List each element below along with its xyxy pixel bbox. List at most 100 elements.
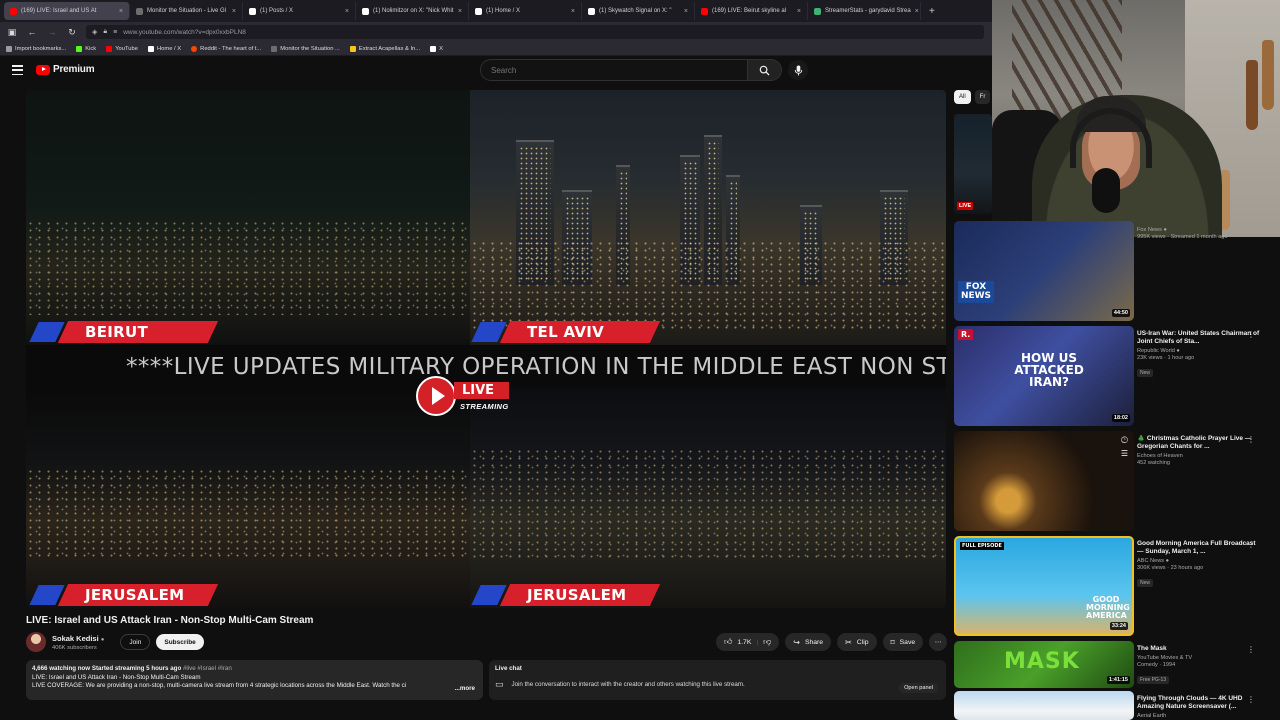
more-options-icon[interactable]: ⋮ (1247, 540, 1255, 549)
channel-name[interactable]: Sokak Kedisi ● (52, 634, 104, 643)
back-icon[interactable]: ← (26, 27, 38, 37)
save-button[interactable]: ⌑ Save (882, 633, 924, 651)
thumbs-down-icon[interactable]: 👎︎ (763, 637, 771, 647)
lock-icon[interactable]: 🔒︎ (103, 28, 107, 36)
video-thumbnail[interactable]: FOX NEWS 44:50 (954, 221, 1134, 321)
chip-from-channel[interactable]: Fr (974, 90, 991, 104)
x-favicon (475, 7, 482, 15)
description-tags[interactable]: #live #Israel #Iran (183, 665, 232, 672)
join-button[interactable]: Join (120, 634, 151, 650)
bookmark-item[interactable]: Import bookmarks... (6, 45, 66, 52)
search-input[interactable] (480, 59, 748, 81)
close-tab-icon[interactable]: × (915, 8, 919, 15)
x-favicon (588, 7, 595, 15)
bookmark-item[interactable]: Monitor the Situation ... (271, 45, 340, 52)
close-tab-icon[interactable]: × (458, 8, 462, 15)
thumbs-up-icon: 👍︎ (724, 637, 733, 646)
browser-tab[interactable]: (1) Home / X × (469, 2, 582, 20)
channel-text: ABC News (1137, 558, 1165, 564)
browser-nav-bar: ▣ ← → ↻ ◈ 🔒︎ ≡ www.youtube.com/watch?v=d… (0, 22, 992, 42)
video-thumbnail[interactable]: FULL EPISODE GOOD MORNING AMERICA 33:24 (954, 536, 1134, 636)
add-to-queue-icon[interactable]: ☰ (1121, 449, 1128, 458)
video-title: LIVE: Israel and US Attack Iran - Non-St… (26, 615, 314, 626)
movie-title-art: MASK (1004, 649, 1080, 674)
bookmark-item[interactable]: X (430, 45, 443, 52)
video-title: Flying Through Clouds — 4K UHD Amazing N… (1137, 695, 1243, 710)
bookmark-item[interactable]: Home / X (147, 45, 181, 52)
video-thumbnail[interactable]: 🕒︎ ☰ (954, 431, 1134, 531)
verified-icon: ● (1176, 348, 1180, 354)
bookmark-item[interactable]: Extract Acapellas & In... (349, 45, 420, 52)
browser-tab[interactable]: (1) Nolimitzor on X: "Nick Whit × (356, 2, 469, 20)
streamer-webcam (992, 0, 1280, 237)
permissions-icon[interactable]: ≡ (113, 29, 117, 36)
open-chat-panel-button[interactable]: Open panel (899, 683, 938, 693)
video-thumbnail[interactable] (954, 691, 1134, 720)
close-tab-icon[interactable]: × (571, 8, 575, 15)
channel-avatar[interactable] (26, 632, 46, 652)
browser-tab[interactable]: StreamerStats - garydavid Strea × (808, 2, 921, 20)
bookmark-item[interactable]: YouTube (106, 45, 138, 52)
browser-tab[interactable]: (1) Posts / X × (243, 2, 356, 20)
city-name: BEIRUT (85, 323, 149, 341)
address-bar[interactable]: ◈ 🔒︎ ≡ www.youtube.com/watch?v=dpx0xxbPL… (86, 25, 984, 39)
close-tab-icon[interactable]: × (684, 8, 688, 15)
logo-text: Premium (53, 64, 95, 75)
reload-icon[interactable]: ↻ (66, 27, 78, 38)
shield-icon[interactable]: ◈ (92, 28, 97, 36)
browser-tab-bar: (169) LIVE: Israel and US At × Monitor th… (0, 0, 992, 22)
new-tab-icon[interactable]: + (921, 6, 943, 17)
republic-logo: R. (958, 329, 974, 340)
live-streaming-badge: LIVE STREAMING (416, 376, 509, 416)
video-description[interactable]: 4,666 watching now Started streaming 5 h… (26, 660, 483, 700)
city-label: BEIRUT (29, 321, 219, 343)
bookmark-label: YouTube (115, 45, 138, 52)
close-tab-icon[interactable]: × (119, 8, 123, 15)
menu-icon[interactable] (12, 65, 23, 75)
show-more-link[interactable]: ...more (455, 685, 475, 694)
recommendation-item[interactable]: 🕒︎ ☰ 🎄 Christmas Catholic Prayer Live — … (954, 431, 1280, 533)
like-button[interactable]: 👍︎ 1.7K | 👎︎ (716, 633, 780, 651)
youtube-logo[interactable]: Premium (36, 64, 95, 75)
video-thumbnail[interactable]: R. HOW US ATTACKED IRAN? 18:02 (954, 326, 1134, 426)
bookmark-item[interactable]: Reddit - The heart of t... (191, 45, 261, 52)
browser-tab[interactable]: (1) Skywatch Signal on X: " × (582, 2, 695, 20)
recommendation-item[interactable]: FULL EPISODE GOOD MORNING AMERICA 33:24 … (954, 536, 1280, 638)
save-label: Save (899, 638, 916, 646)
browser-tab[interactable]: (169) LIVE: Israel and US At × (4, 2, 130, 20)
recommended-live-thumbnail[interactable]: LIVE (954, 114, 992, 214)
microphone-icon (794, 64, 802, 76)
more-options-icon[interactable]: ⋮ (1247, 695, 1255, 704)
video-thumbnail[interactable]: MASK 1:41:15 (954, 641, 1134, 688)
recommendation-item[interactable]: MASK 1:41:15 The Mask YouTube Movies & T… (954, 641, 1280, 689)
more-actions-button[interactable]: ⋯ (929, 633, 948, 651)
tab-title: (169) LIVE: Beirut skyline al (712, 8, 787, 14)
forward-icon[interactable]: → (46, 27, 58, 37)
close-tab-icon[interactable]: × (345, 8, 349, 15)
chip-all[interactable]: All (954, 90, 971, 104)
video-player[interactable]: BEIRUT TEL AVIV ****LIVE UPDATES MILITAR… (26, 90, 946, 608)
close-tab-icon[interactable]: × (232, 8, 236, 15)
more-options-icon[interactable]: ⋮ (1247, 330, 1255, 339)
voice-search-button[interactable] (788, 60, 808, 80)
recommendation-item[interactable]: Flying Through Clouds — 4K UHD Amazing N… (954, 691, 1280, 720)
bookmark-item[interactable]: Kick (76, 45, 96, 52)
browser-tab[interactable]: (169) LIVE: Beirut skyline al × (695, 2, 808, 20)
recommendation-item[interactable]: FOX NEWS 44:50 Fox News ● 995K views · S… (954, 221, 1280, 323)
clip-button[interactable]: ✂ Clip (837, 633, 877, 651)
more-options-icon[interactable]: ⋮ (1247, 435, 1255, 444)
tab-title: (1) Nolimitzor on X: "Nick Whit (373, 8, 454, 14)
x-icon (147, 45, 154, 52)
browser-tab[interactable]: Monitor the Situation - Live Gl × (130, 2, 243, 20)
close-tab-icon[interactable]: × (797, 8, 801, 15)
sidebar-toggle-icon[interactable]: ▣ (6, 27, 18, 38)
youtube-masthead: Premium (0, 56, 992, 86)
subscribe-button[interactable]: Subscribe (156, 634, 204, 650)
city-name: JERUSALEM (527, 586, 627, 604)
share-button[interactable]: ↪ Share (785, 633, 832, 651)
more-options-icon[interactable]: ⋮ (1247, 645, 1255, 654)
watch-later-icon[interactable]: 🕒︎ (1121, 435, 1128, 446)
search-button[interactable] (748, 59, 782, 81)
full-episode-tag: FULL EPISODE (960, 542, 1004, 550)
recommendation-item[interactable]: R. HOW US ATTACKED IRAN? 18:02 US-Iran W… (954, 326, 1280, 428)
